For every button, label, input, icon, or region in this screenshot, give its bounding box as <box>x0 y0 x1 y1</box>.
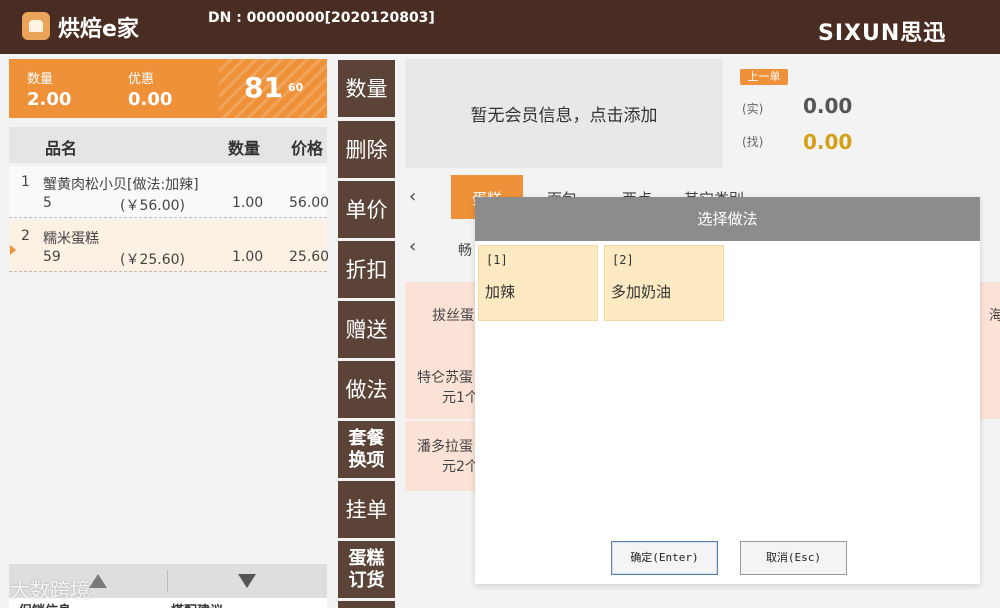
row-price: 56.00 <box>289 195 330 211</box>
qty-label: 数量 <box>27 72 54 87</box>
paid-label: (实) <box>742 102 764 116</box>
row-name: 糯米蛋糕 <box>43 231 99 247</box>
method-option-1[interactable]: [1] 加辣 <box>478 245 598 321</box>
product-name: 潘多拉蛋 <box>417 439 473 455</box>
combo-swap-line2: 换项 <box>348 449 385 471</box>
order-row[interactable]: 1 蟹黄肉松小贝[做法:加辣] 5 (￥56.00) 1.00 56.00 <box>9 166 330 218</box>
row-unit-price: (￥56.00) <box>120 198 186 214</box>
selected-marker-icon <box>10 245 16 255</box>
confirm-button[interactable]: 确定(Enter) <box>611 541 718 575</box>
discount-label: 优惠 <box>128 72 155 87</box>
row-qty: 1.00 <box>232 249 264 265</box>
combo-swap-line1: 套餐 <box>348 427 385 449</box>
member-panel[interactable]: 暂无会员信息，点击添加 <box>405 59 723 168</box>
member-placeholder: 暂无会员信息，点击添加 <box>470 106 658 126</box>
gift-button[interactable]: 赠送 <box>338 301 395 358</box>
vendor-logo: SIXUN思迅 <box>818 21 947 46</box>
product-tile[interactable]: 海 <box>980 282 1000 352</box>
order-list-header: 品名 数量 价格 <box>9 127 327 163</box>
row-index: 2 <box>21 228 30 244</box>
method-name: 多加奶油 <box>611 283 672 301</box>
select-method-dialog: 选择做法 [1] 加辣 [2] 多加奶油 确定(Enter) 取消(Esc) <box>475 197 980 584</box>
method-number: [1] <box>486 253 508 267</box>
qty-button[interactable]: 数量 <box>338 60 395 117</box>
change-value: 0.00 <box>803 130 853 154</box>
row-price: 25.60 <box>289 249 330 265</box>
col-qty: 数量 <box>228 139 261 158</box>
scroll-up-icon[interactable] <box>89 574 107 588</box>
total-decimal: 60 <box>288 81 304 94</box>
product-name: 拔丝蛋 <box>432 308 474 324</box>
product-price: 元2个 <box>442 459 479 475</box>
device-number: DN : 00000000[2020120803] <box>208 10 435 26</box>
order-summary: 数量 2.00 优惠 0.00 81 60 <box>9 59 327 118</box>
pairing-tab[interactable]: 搭配建议 <box>171 600 223 608</box>
product-tile[interactable]: 潘多拉蛋 元2个 <box>405 421 479 491</box>
cancel-button[interactable]: 取消(Esc) <box>740 541 847 575</box>
divider <box>167 570 168 592</box>
chevron-left-icon[interactable]: ‹ <box>409 186 416 207</box>
cake-order-line1: 蛋糕 <box>348 547 385 569</box>
col-price: 价格 <box>291 139 324 158</box>
product-name: 特仑苏蛋 <box>417 370 473 386</box>
unit-price-button[interactable]: 单价 <box>338 181 395 238</box>
previous-order-button[interactable]: 上一单 <box>740 69 788 85</box>
product-tile[interactable]: 拔丝蛋 <box>405 282 475 352</box>
discount-value: 0.00 <box>128 89 173 110</box>
method-option-2[interactable]: [2] 多加奶油 <box>604 245 724 321</box>
change-label: (找) <box>742 135 764 149</box>
watermark: 大数跨境 <box>10 578 90 602</box>
bread-logo-icon <box>22 12 50 40</box>
cake-order-line2: 订货 <box>348 569 385 591</box>
dialog-title: 选择做法 <box>475 197 980 241</box>
chevron-left-icon[interactable]: ‹ <box>409 236 416 257</box>
order-row-selected[interactable]: 2 糯米蛋糕 59 (￥25.60) 1.00 25.60 <box>9 220 330 272</box>
row-name: 蟹黄肉松小贝[做法:加辣] <box>43 177 199 193</box>
row-code: 59 <box>43 249 61 265</box>
order-list-empty-area <box>9 272 327 564</box>
cake-order-button[interactable]: 蛋糕 订货 <box>338 541 395 598</box>
row-qty: 1.00 <box>232 195 264 211</box>
brand-name: 烘焙e家 <box>58 17 139 42</box>
delete-button[interactable]: 删除 <box>338 121 395 178</box>
product-price: 元1个 <box>442 390 479 406</box>
more-button-edge[interactable] <box>338 601 395 608</box>
top-bar: 烘焙e家 DN : 00000000[2020120803] SIXUN思迅 <box>0 0 1000 54</box>
col-name: 品名 <box>45 139 78 158</box>
product-name: 海 <box>989 308 1000 324</box>
discount-button[interactable]: 折扣 <box>338 241 395 298</box>
paid-value: 0.00 <box>803 94 853 118</box>
row-unit-price: (￥25.60) <box>120 252 186 268</box>
product-tile[interactable]: 特仑苏蛋 元1个 <box>405 349 479 419</box>
scroll-down-icon[interactable] <box>238 574 256 588</box>
method-number: [2] <box>612 253 634 267</box>
combo-swap-button[interactable]: 套餐 换项 <box>338 421 395 478</box>
row-index: 1 <box>21 174 30 190</box>
method-button[interactable]: 做法 <box>338 361 395 418</box>
method-name: 加辣 <box>485 283 516 301</box>
sub-category[interactable]: 畅 <box>458 240 472 260</box>
row-code: 5 <box>43 195 52 211</box>
product-tile[interactable] <box>980 349 1000 419</box>
hold-order-button[interactable]: 挂单 <box>338 481 395 538</box>
qty-value: 2.00 <box>27 89 72 110</box>
total-integer: 81 <box>244 71 283 104</box>
